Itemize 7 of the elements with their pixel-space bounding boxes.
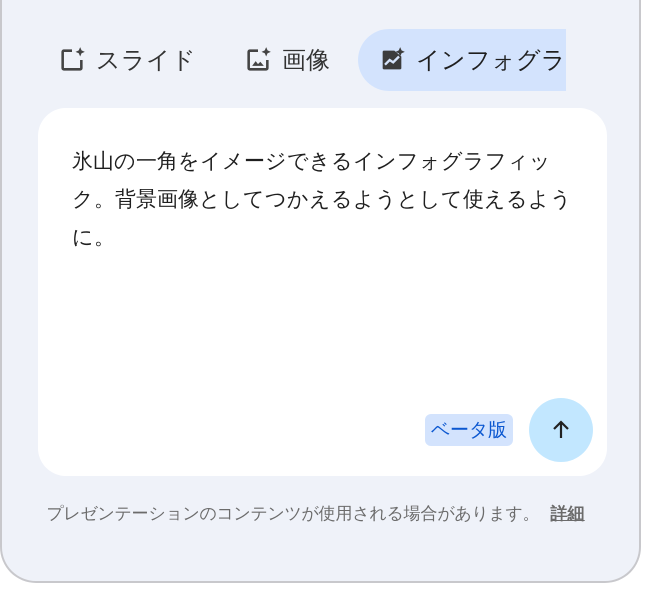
tab[interactable]: スライド <box>38 29 216 91</box>
details-link[interactable]: 詳細 <box>550 504 585 524</box>
beta-badge: ベータ版 <box>425 414 513 446</box>
disclaimer-text: プレゼンテーションのコンテンツが使用される場合があります。 詳細 <box>45 503 586 526</box>
tab[interactable]: 画像 <box>224 29 350 91</box>
prompt-field[interactable]: 氷山の一角をイメージできるインフォグラフィック。背景画像としてつかえるようとして使えるように。 <box>72 142 575 256</box>
tab[interactable]: インフォグラ <box>358 29 566 91</box>
